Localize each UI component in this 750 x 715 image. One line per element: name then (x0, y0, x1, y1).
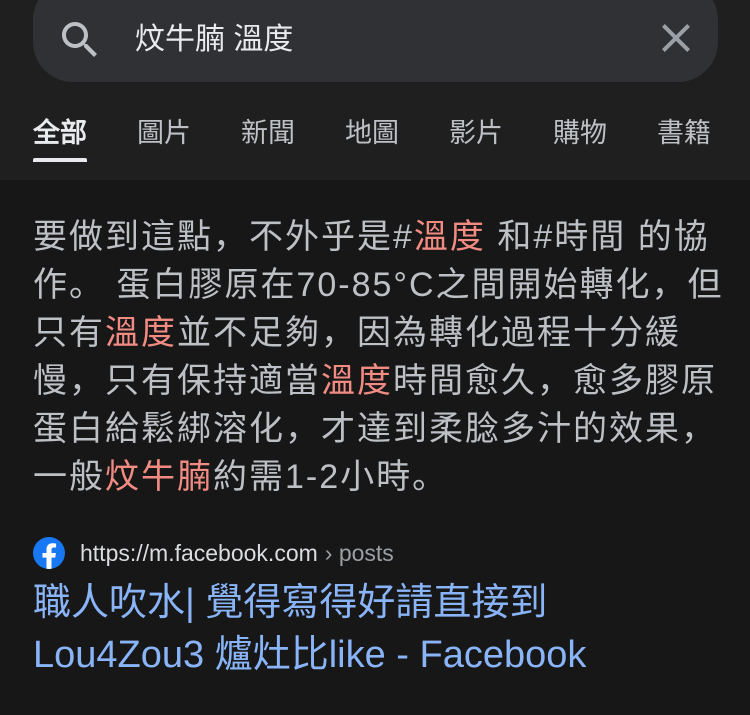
search-icon[interactable] (56, 16, 104, 64)
snippet-text: 蛋白給鬆綁溶化，才達到柔腍多汁的效果， (33, 410, 717, 448)
search-input[interactable]: 炆牛腩 溫度 (135, 20, 293, 60)
search-tabs: 全部 圖片 新聞 地圖 影片 購物 書籍 (33, 112, 711, 162)
snippet-line: 只有溫度並不足夠，因為轉化過程十分緩 (33, 309, 750, 357)
facebook-icon (33, 537, 65, 569)
snippet-highlight: 炆牛腩 (105, 458, 213, 496)
tab-shopping[interactable]: 購物 (553, 112, 607, 162)
active-tab-indicator (33, 158, 87, 162)
tab-news[interactable]: 新聞 (241, 112, 295, 162)
snippet-text: 要做到這點，不外乎是# (33, 218, 414, 256)
tab-label: 新聞 (241, 118, 295, 148)
header: 炆牛腩 溫度 全部 圖片 新聞 地圖 影片 購物 書籍 (0, 0, 750, 180)
close-icon[interactable] (652, 14, 700, 62)
tab-images[interactable]: 圖片 (137, 112, 191, 162)
snippet-line: 一般炆牛腩約需1-2小時。 (33, 453, 750, 501)
snippet-text: 慢，只有保持適當 (33, 362, 321, 400)
result-title-link[interactable]: 職人吹水| 覺得寫得好請直接到 Lou4Zou3 爐灶比like - Faceb… (33, 577, 733, 681)
snippet-text: 和#時間 的協 (485, 218, 710, 256)
result-source[interactable]: https://m.facebook.com › posts (33, 537, 394, 569)
snippet-line: 作。 蛋白膠原在70-85°C之間開始轉化，但 (33, 261, 750, 309)
result-title-line: 職人吹水| 覺得寫得好請直接到 (33, 582, 548, 624)
snippet-text: 作。 蛋白膠原在70-85°C之間開始轉化，但 (33, 266, 724, 304)
snippet-line: 慢，只有保持適當溫度時間愈久，愈多膠原 (33, 357, 750, 405)
snippet-highlight: 溫度 (321, 362, 393, 400)
snippet-highlight: 溫度 (105, 314, 177, 352)
tab-label: 地圖 (345, 118, 399, 148)
tab-all[interactable]: 全部 (33, 112, 87, 162)
snippet-text: 並不足夠，因為轉化過程十分緩 (177, 314, 681, 352)
tab-label: 購物 (553, 118, 607, 148)
tab-label: 全部 (33, 118, 87, 148)
result-url: https://m.facebook.com (80, 540, 318, 566)
tab-books[interactable]: 書籍 (657, 112, 711, 162)
tab-maps[interactable]: 地圖 (345, 112, 399, 162)
tab-label: 影片 (449, 118, 503, 148)
result-title-line: Lou4Zou3 爐灶比like - Facebook (33, 634, 587, 676)
snippet-line: 蛋白給鬆綁溶化，才達到柔腍多汁的效果， (33, 405, 750, 453)
snippet-text: 約需1-2小時。 (213, 458, 449, 496)
tab-videos[interactable]: 影片 (449, 112, 503, 162)
snippet-line: 要做到這點，不外乎是#溫度 和#時間 的協 (33, 213, 750, 261)
result-breadcrumb: › posts (324, 540, 394, 566)
featured-snippet: 要做到這點，不外乎是#溫度 和#時間 的協 作。 蛋白膠原在70-85°C之間開… (33, 213, 750, 501)
snippet-text: 一般 (33, 458, 105, 496)
tab-label: 書籍 (657, 118, 711, 148)
search-box[interactable]: 炆牛腩 溫度 (33, 0, 718, 82)
snippet-highlight: 溫度 (413, 218, 486, 256)
snippet-text: 只有 (33, 314, 105, 352)
snippet-text: 時間愈久，愈多膠原 (393, 362, 717, 400)
tab-label: 圖片 (137, 118, 191, 148)
